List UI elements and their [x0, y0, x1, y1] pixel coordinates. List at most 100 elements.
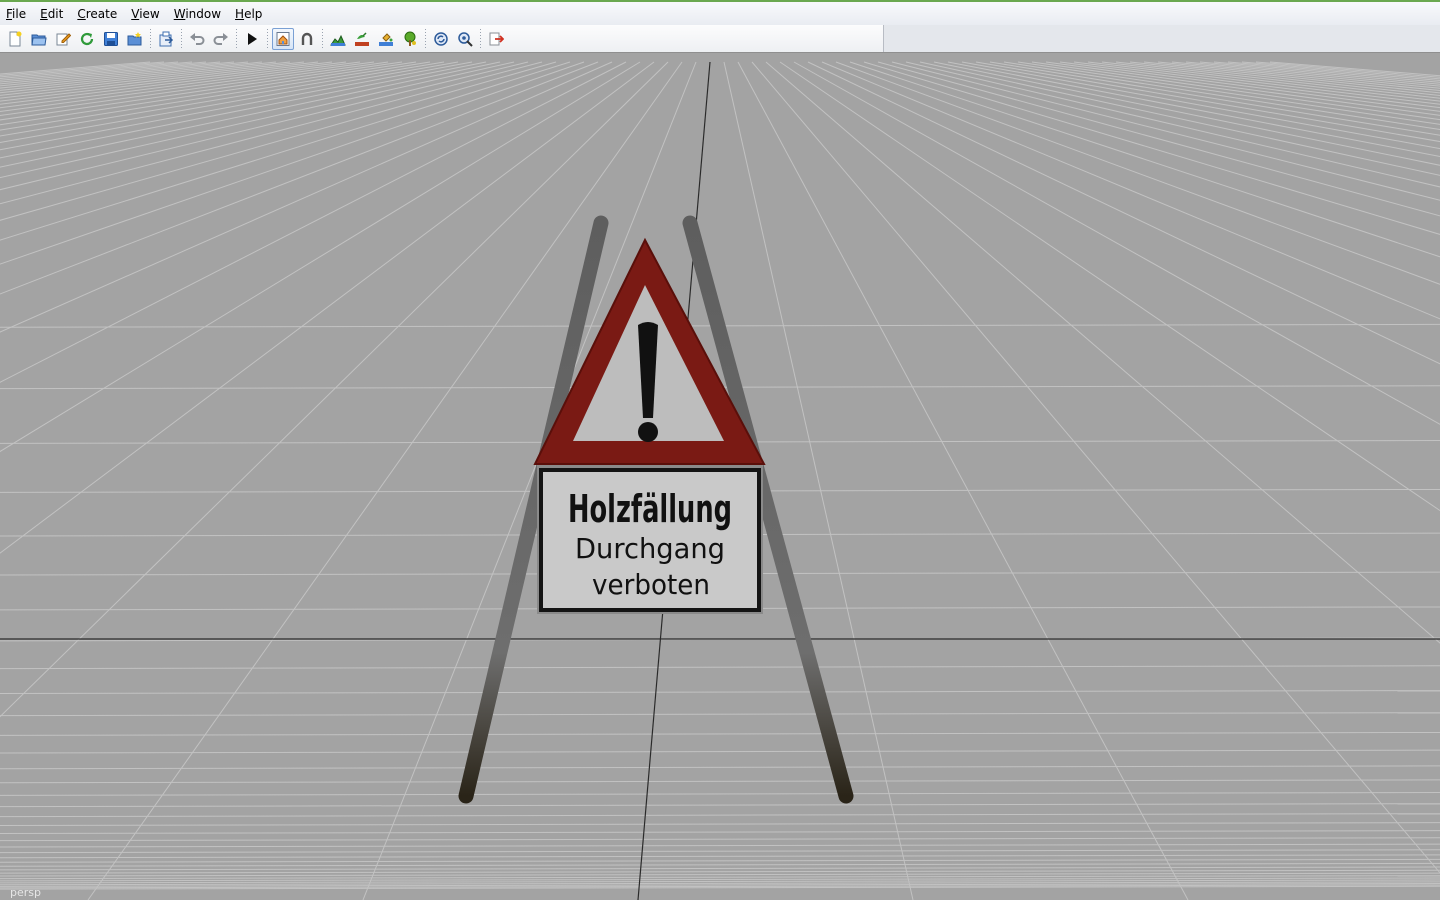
grid-line	[0, 61, 613, 333]
grid-line	[0, 61, 361, 109]
grid-line	[0, 61, 249, 87]
sync-button[interactable]	[430, 28, 452, 50]
plant-icon	[355, 31, 369, 46]
menu-window[interactable]: Window	[168, 4, 227, 24]
grid-line	[1045, 61, 1440, 116]
save-icon	[104, 31, 118, 46]
grid-line	[0, 61, 207, 81]
toolbar-separator	[265, 28, 270, 49]
grid-line	[1059, 61, 1440, 112]
terrain-icon	[330, 34, 346, 46]
grid-line	[0, 61, 599, 295]
grid-line	[0, 61, 627, 383]
home-view-button[interactable]	[272, 27, 294, 50]
save-as-icon	[127, 31, 142, 45]
grid-line	[765, 61, 1440, 644]
warning-sign-model[interactable]: Holzfällung Durchgang verboten	[458, 215, 854, 804]
new-scene-icon	[9, 31, 22, 46]
redo-button[interactable]	[210, 28, 232, 50]
main-toolbar	[0, 25, 884, 52]
grid-line	[1241, 61, 1440, 80]
grid-line	[0, 872, 1440, 877]
menu-file[interactable]: File	[0, 4, 32, 24]
grid-line	[821, 61, 1440, 320]
camera-label: persp	[10, 886, 41, 899]
grid-line	[919, 61, 1440, 176]
toolbar-separator	[148, 28, 153, 49]
grid-line	[961, 61, 1440, 150]
tree-button[interactable]	[399, 28, 421, 50]
fill-icon	[379, 32, 393, 46]
grid-line	[0, 731, 1440, 736]
grid-line	[0, 765, 1440, 770]
menu-view[interactable]: View	[125, 4, 165, 24]
magnet-button[interactable]	[296, 28, 318, 50]
grid-line	[0, 61, 319, 99]
play-button[interactable]	[241, 28, 263, 50]
grid-line	[1003, 61, 1440, 131]
terrain-button[interactable]	[327, 28, 349, 50]
plant-button[interactable]	[351, 28, 373, 50]
grid-line	[0, 813, 1440, 818]
export-icon	[159, 31, 174, 46]
redo-icon	[213, 32, 228, 45]
grid-line	[793, 61, 1440, 425]
save-button[interactable]	[100, 28, 122, 50]
grid-line	[835, 61, 1440, 285]
grid-line	[0, 830, 1440, 835]
edit-button[interactable]	[52, 28, 74, 50]
menu-help[interactable]: Help	[229, 4, 268, 24]
fill-button[interactable]	[375, 28, 397, 50]
grid-line	[0, 61, 543, 205]
grid-line	[1227, 61, 1440, 82]
grid-line	[0, 858, 1440, 863]
3d-viewport[interactable]: Holzfällung Durchgang verboten persp	[0, 53, 1440, 900]
grid-line	[0, 61, 431, 131]
refresh-button[interactable]	[76, 28, 98, 50]
toolbar-separator	[179, 28, 184, 49]
settings-button[interactable]	[454, 28, 476, 50]
sync-icon	[434, 31, 448, 46]
grid-line	[0, 61, 277, 91]
export-button[interactable]	[155, 28, 177, 50]
grid-line	[0, 779, 1440, 784]
menu-bar: File Edit Create View Window Help	[0, 0, 1440, 25]
grid-line	[0, 854, 1440, 859]
grid-line	[0, 866, 1440, 871]
grid-line	[975, 61, 1440, 143]
grid-line	[0, 822, 1440, 827]
menu-create[interactable]: Create	[71, 4, 123, 24]
toolbar-separator	[478, 28, 483, 49]
grid-line	[863, 61, 1440, 235]
menu-edit[interactable]: Edit	[34, 4, 69, 24]
undo-icon	[190, 32, 205, 45]
save-as-button[interactable]	[124, 28, 146, 50]
open-scene-button[interactable]	[28, 28, 50, 50]
grid-line	[0, 61, 263, 89]
sign-text-line2: Durchgang	[575, 532, 725, 565]
grid-line	[0, 803, 1440, 808]
open-scene-icon	[31, 34, 47, 45]
toolbar-separator	[423, 28, 428, 49]
grid-line	[0, 665, 1440, 670]
grid-line	[0, 61, 305, 96]
exit-button[interactable]	[485, 28, 507, 50]
grid-line	[905, 61, 1440, 188]
grid-line	[0, 837, 1440, 842]
new-scene-button[interactable]	[4, 28, 26, 50]
grid-line	[0, 61, 529, 191]
grid-line	[0, 869, 1440, 874]
grid-line	[0, 749, 1440, 754]
grid-line	[1199, 61, 1440, 85]
grid-line	[1087, 61, 1440, 105]
grid-line	[0, 61, 235, 85]
grid-line	[0, 61, 571, 241]
grid-line	[0, 791, 1440, 796]
grid-line	[947, 61, 1440, 157]
grid-line	[779, 61, 1440, 512]
play-icon	[248, 32, 257, 45]
grid-line	[0, 61, 585, 265]
undo-button[interactable]	[186, 28, 208, 50]
grid-line	[0, 61, 459, 143]
settings-icon	[458, 31, 473, 47]
